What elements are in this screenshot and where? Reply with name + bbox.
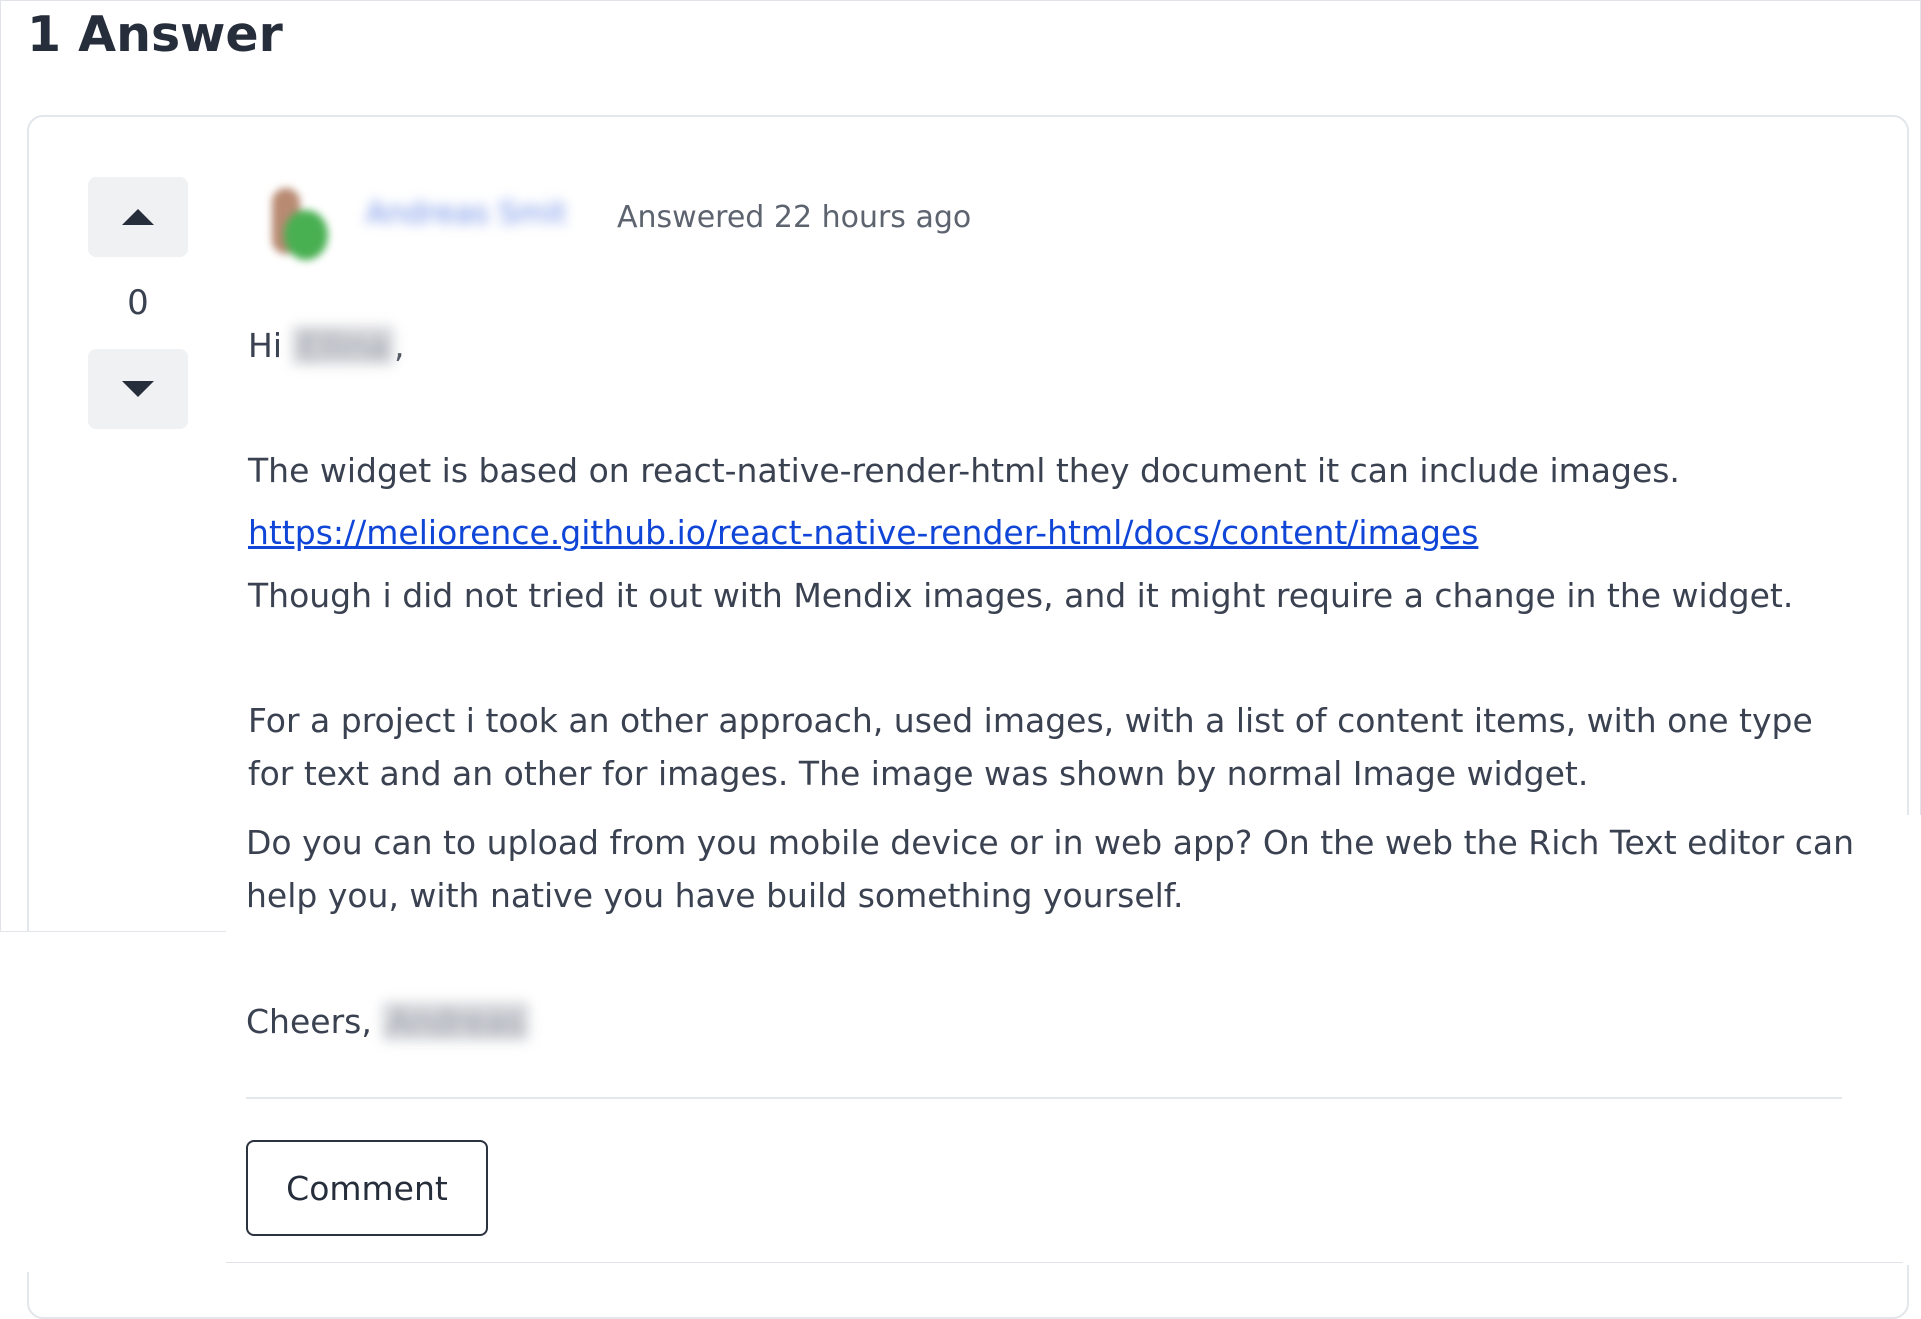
signoff-name: Andreas — [382, 1002, 530, 1041]
signoff-prefix: Cheers, — [246, 1002, 383, 1041]
author-name-link[interactable]: Andreas Smit — [366, 196, 584, 236]
body-line-6: help you, with native you have build som… — [246, 876, 1184, 915]
mask-right — [1903, 815, 1921, 1265]
mask-line — [0, 931, 226, 932]
arrow-down-icon — [122, 381, 154, 397]
comment-button[interactable]: Comment — [246, 1140, 488, 1236]
body-line-2: Though i did not tried it out with Mendi… — [248, 576, 1794, 615]
arrow-up-icon — [122, 209, 154, 225]
signoff: Cheers, Andreas — [246, 1002, 530, 1041]
greeting: Hi Ellina, — [248, 326, 404, 365]
body-line-1: The widget is based on react-native-rend… — [248, 451, 1680, 490]
divider — [246, 1097, 1842, 1099]
body-line-3: For a project i took an other approach, … — [248, 701, 1813, 740]
vote-count: 0 — [127, 283, 149, 323]
body-line-5: Do you can to upload from you mobile dev… — [246, 823, 1855, 862]
answers-heading: 1 Answer — [27, 6, 283, 63]
docs-link[interactable]: https://meliorence.github.io/react-nativ… — [248, 513, 1478, 552]
mask — [0, 932, 226, 1272]
avatar[interactable] — [262, 184, 344, 266]
greeting-suffix: , — [393, 326, 405, 365]
downvote-button[interactable] — [88, 349, 188, 429]
answered-timestamp: Answered 22 hours ago — [617, 200, 972, 235]
upvote-button[interactable] — [88, 177, 188, 257]
greeting-prefix: Hi — [248, 326, 293, 365]
body-line-4: for text and an other for images. The im… — [248, 754, 1589, 793]
greeting-name: Ellina — [292, 326, 394, 365]
body-link-line: https://meliorence.github.io/react-nativ… — [248, 513, 1478, 552]
